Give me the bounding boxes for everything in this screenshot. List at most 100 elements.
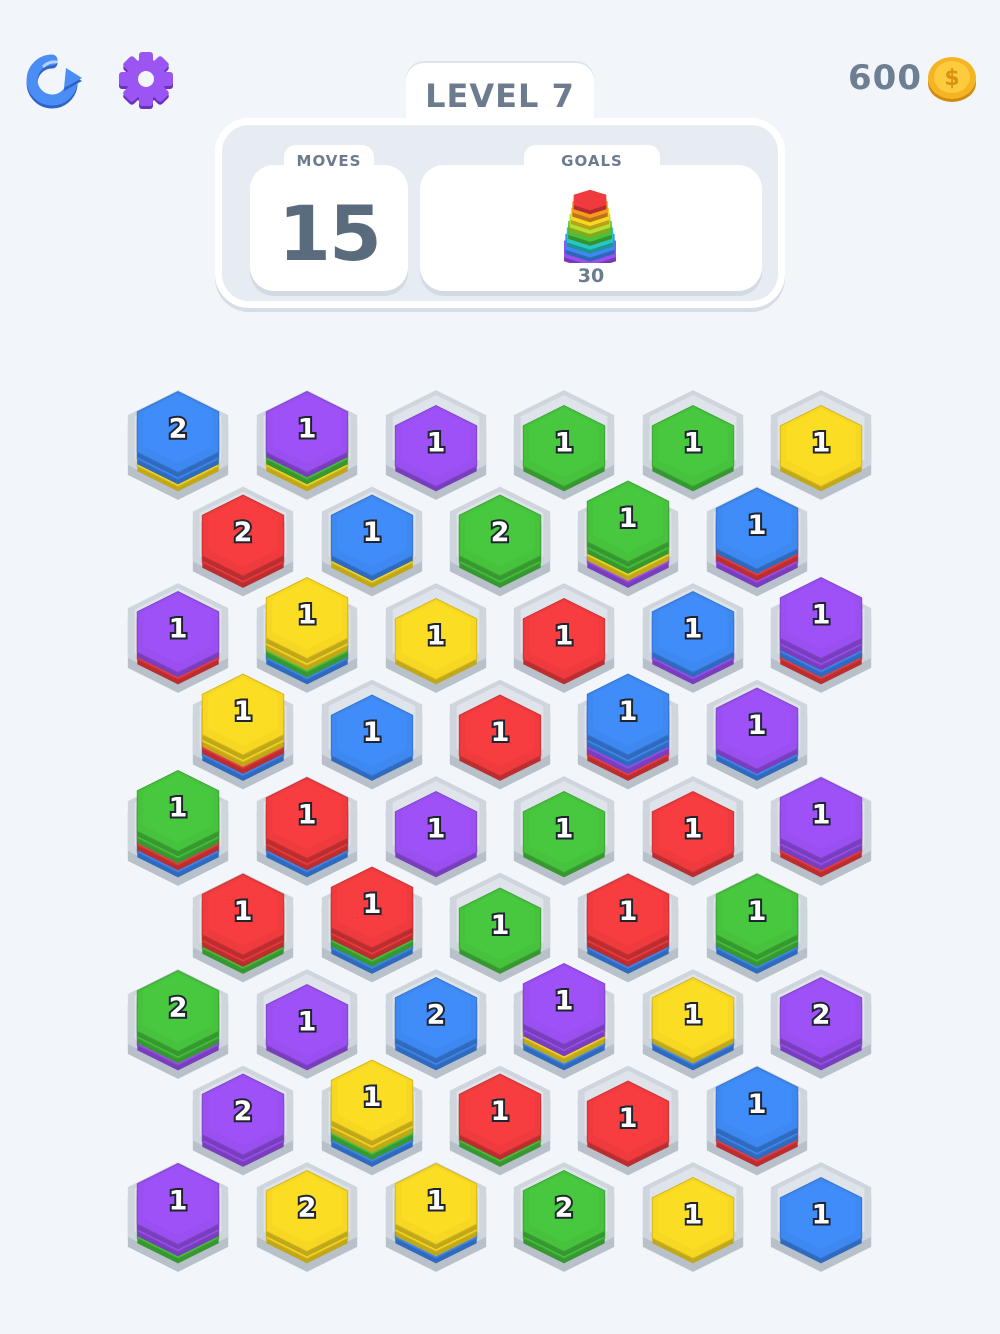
hex-cell[interactable]: 1	[642, 1162, 744, 1272]
hex-cell[interactable]: 1	[385, 1162, 487, 1272]
hex-cell[interactable]: 1	[256, 577, 358, 693]
stack-count: 2	[555, 1193, 574, 1224]
hex-cell[interactable]: 1	[642, 390, 744, 500]
stack-count: 1	[812, 600, 831, 631]
hex-cell[interactable]: 1	[321, 866, 423, 983]
hex-cell[interactable]: 1	[192, 872, 294, 983]
stack-count: 2	[234, 517, 253, 548]
stack-count: 2	[298, 1193, 317, 1224]
stack-count: 2	[169, 414, 188, 445]
hex-cell[interactable]: 1	[385, 583, 487, 693]
hex-cell[interactable]: 1	[513, 390, 615, 500]
stack-count: 1	[684, 814, 703, 845]
hex-cell[interactable]: 1	[127, 770, 229, 886]
hex-cell[interactable]: 1	[321, 486, 423, 597]
hex-cell[interactable]: 2	[127, 969, 229, 1079]
stack-count: 1	[298, 414, 317, 445]
hex-cell[interactable]: 1	[642, 969, 744, 1079]
stack-count: 1	[427, 1186, 446, 1217]
stack-count: 1	[169, 1186, 188, 1217]
hex-cell[interactable]: 2	[513, 1162, 615, 1272]
hex-cell[interactable]: 1	[256, 390, 358, 500]
stack-count: 1	[298, 1007, 317, 1038]
stack-count: 1	[619, 503, 638, 534]
stack-count: 2	[169, 993, 188, 1024]
stack-count: 1	[812, 428, 831, 459]
stack-count: 1	[812, 1200, 831, 1231]
hex-cell[interactable]: 1	[449, 679, 551, 790]
hex-cell[interactable]: 1	[449, 872, 551, 983]
hex-cell[interactable]: 1	[321, 1059, 423, 1176]
stack-count: 1	[619, 1103, 638, 1134]
stack-count: 2	[427, 1000, 446, 1031]
stack-count: 1	[491, 910, 510, 941]
stack-count: 1	[684, 1200, 703, 1231]
hex-cell[interactable]: 1	[577, 673, 679, 790]
stack-count: 1	[748, 710, 767, 741]
stack-count: 1	[812, 800, 831, 831]
hex-cell[interactable]: 1	[770, 390, 872, 500]
stack-count: 1	[363, 517, 382, 548]
stack-count: 1	[619, 896, 638, 927]
stack-count: 1	[427, 428, 446, 459]
hex-cell[interactable]: 1	[513, 583, 615, 693]
stack-count: 1	[748, 1089, 767, 1120]
hex-cell[interactable]: 2	[127, 390, 229, 500]
hex-cell[interactable]: 1	[770, 577, 872, 693]
hex-cell[interactable]: 1	[577, 480, 679, 597]
stack-count: 1	[427, 621, 446, 652]
hex-cell[interactable]: 1	[513, 776, 615, 886]
hex-cell[interactable]: 2	[192, 1065, 294, 1176]
stack-count: 1	[684, 614, 703, 645]
stack-count: 1	[491, 717, 510, 748]
hex-cell[interactable]: 2	[385, 969, 487, 1079]
stack-count: 1	[234, 896, 253, 927]
hex-cell[interactable]: 1	[706, 1065, 808, 1176]
stack-count: 2	[491, 517, 510, 548]
hex-cell[interactable]: 1	[321, 679, 423, 790]
stack-count: 1	[748, 510, 767, 541]
stack-count: 1	[298, 800, 317, 831]
hex-cell[interactable]: 1	[449, 1065, 551, 1176]
stack-count: 1	[619, 696, 638, 727]
hex-cell[interactable]: 2	[770, 969, 872, 1079]
hex-cell[interactable]: 1	[127, 583, 229, 693]
stack-count: 1	[555, 986, 574, 1017]
stack-count: 2	[812, 1000, 831, 1031]
stack-count: 1	[684, 428, 703, 459]
stack-count: 1	[363, 717, 382, 748]
hex-cell[interactable]: 1	[256, 969, 358, 1079]
hex-cell[interactable]: 1	[577, 1065, 679, 1176]
hex-cell[interactable]: 1	[513, 963, 615, 1079]
hex-cell[interactable]: 2	[449, 486, 551, 597]
hex-cell[interactable]: 1	[642, 776, 744, 886]
stack-count: 1	[555, 814, 574, 845]
stack-count: 1	[555, 428, 574, 459]
hex-cell[interactable]: 1	[192, 673, 294, 790]
hex-cell[interactable]: 2	[192, 486, 294, 597]
hex-cell[interactable]: 1	[706, 486, 808, 597]
hex-cell[interactable]: 1	[706, 679, 808, 790]
hex-cell[interactable]: 1	[256, 776, 358, 886]
game-board: 2 1 1 1 1 1 2 1 2 1 1 1 1 1 1 1 1 1 1 1 1 1 1 1 1 1 1 1 1 1 1 1 1 2 1 2 1 1 2 2…	[127, 390, 872, 1272]
stack-count: 1	[298, 600, 317, 631]
stack-count: 1	[169, 793, 188, 824]
hex-cell[interactable]: 1	[577, 872, 679, 983]
hex-cell[interactable]: 1	[385, 776, 487, 886]
hex-cell[interactable]: 1	[385, 390, 487, 500]
stack-count: 1	[427, 814, 446, 845]
stack-count: 1	[234, 696, 253, 727]
hex-cell[interactable]: 1	[706, 872, 808, 983]
hex-cell[interactable]: 1	[770, 1162, 872, 1272]
hex-cell[interactable]: 1	[642, 583, 744, 693]
stack-count: 1	[491, 1096, 510, 1127]
stack-count: 1	[748, 896, 767, 927]
stack-count: 2	[234, 1096, 253, 1127]
hex-cell[interactable]: 2	[256, 1162, 358, 1272]
hex-cell[interactable]: 1	[770, 776, 872, 886]
stack-count: 1	[169, 614, 188, 645]
stack-count: 1	[684, 1000, 703, 1031]
hex-cell[interactable]: 1	[127, 1162, 229, 1272]
stack-count: 1	[363, 1082, 382, 1113]
stack-count: 1	[555, 621, 574, 652]
